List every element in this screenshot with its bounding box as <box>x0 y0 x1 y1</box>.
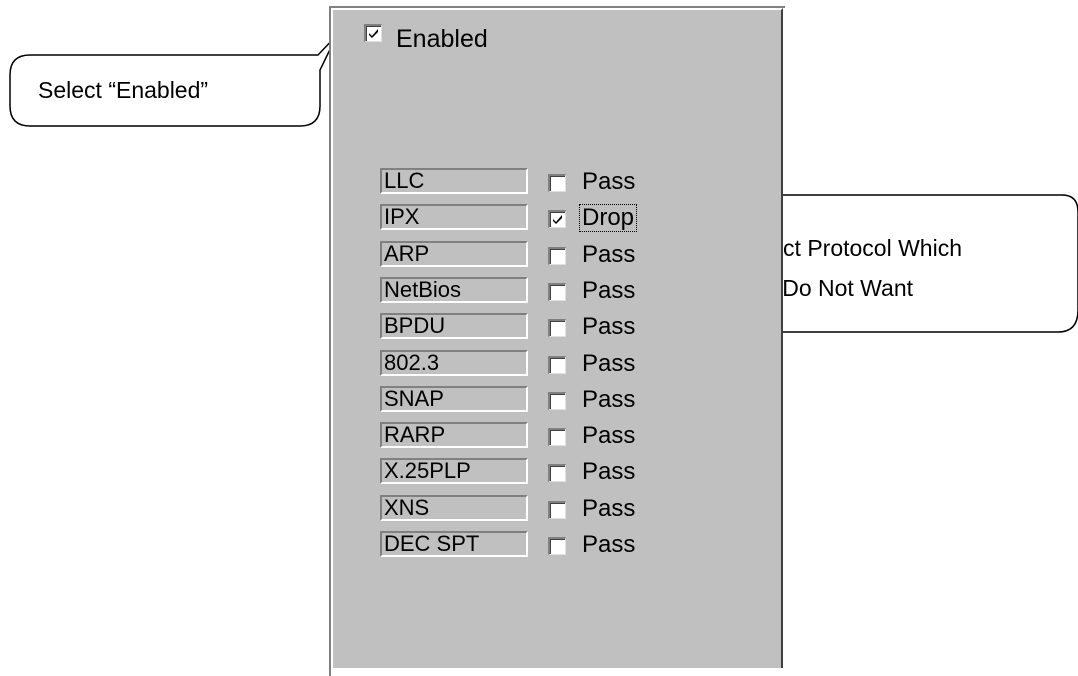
protocol-name-field: X.25PLP <box>380 458 528 485</box>
protocol-action-label[interactable]: Pass <box>582 459 635 485</box>
protocol-name-field: LLC <box>380 168 528 194</box>
protocol-row: ARP Pass <box>380 240 680 271</box>
protocol-action-checkbox[interactable] <box>548 464 566 483</box>
protocol-row: BPDU Pass <box>380 313 680 343</box>
protocol-action-checkbox[interactable] <box>548 391 566 410</box>
protocol-action-checkbox[interactable] <box>548 537 566 555</box>
enabled-label: Enabled <box>396 25 488 53</box>
checkmark-icon <box>553 215 562 225</box>
protocol-action-checkbox[interactable] <box>548 282 566 301</box>
protocol-row: LLC Pass <box>380 168 680 198</box>
protocol-row: SNAP Pass <box>380 385 680 416</box>
protocol-action-checkbox[interactable] <box>548 210 566 229</box>
protocol-row: DEC SPT Pass <box>380 531 680 561</box>
protocol-action-checkbox[interactable] <box>548 246 566 265</box>
protocol-action-checkbox[interactable] <box>548 355 566 374</box>
protocol-name-field: RARP <box>380 422 528 449</box>
protocol-action-label[interactable]: Pass <box>582 495 635 522</box>
protocol-action-label[interactable]: Pass <box>582 277 635 304</box>
protocol-action-checkbox[interactable] <box>548 500 566 519</box>
protocol-action-label[interactable]: Pass <box>582 423 635 449</box>
protocol-action-checkbox[interactable] <box>548 174 566 192</box>
protocol-row: 802.3 Pass <box>380 349 680 380</box>
protocol-row: X.25PLP Pass <box>380 458 680 488</box>
protocol-action-label[interactable]: Drop <box>578 204 638 233</box>
checkmark-icon <box>369 29 378 38</box>
protocol-row: XNS Pass <box>380 494 680 525</box>
protocol-action-label[interactable]: Pass <box>582 386 635 413</box>
protocol-action-checkbox[interactable] <box>548 428 566 447</box>
protocol-row: NetBios Pass <box>380 276 680 307</box>
protocol-name-field: NetBios <box>380 276 528 303</box>
protocol-action-label[interactable]: Pass <box>582 169 635 195</box>
protocol-name-field: SNAP <box>380 385 528 412</box>
protocol-row: IPX Drop <box>380 204 680 234</box>
protocol-row: RARP Pass <box>380 422 680 452</box>
protocol-action-label[interactable]: Pass <box>582 350 635 377</box>
protocol-action-label[interactable]: Pass <box>582 532 635 558</box>
protocol-name-field: BPDU <box>380 313 528 340</box>
protocol-name-field: ARP <box>380 240 528 267</box>
protocol-name-field: DEC SPT <box>380 531 528 557</box>
protocol-name-field: XNS <box>380 494 528 521</box>
protocol-name-field: 802.3 <box>380 349 528 376</box>
protocol-action-checkbox[interactable] <box>548 319 566 338</box>
protocol-name-field: IPX <box>380 204 528 231</box>
protocol-action-label[interactable]: Pass <box>582 241 635 268</box>
protocol-action-label[interactable]: Pass <box>582 314 635 340</box>
enabled-checkbox[interactable] <box>364 24 382 42</box>
enabled-callout-text: Select “Enabled” <box>38 77 209 103</box>
